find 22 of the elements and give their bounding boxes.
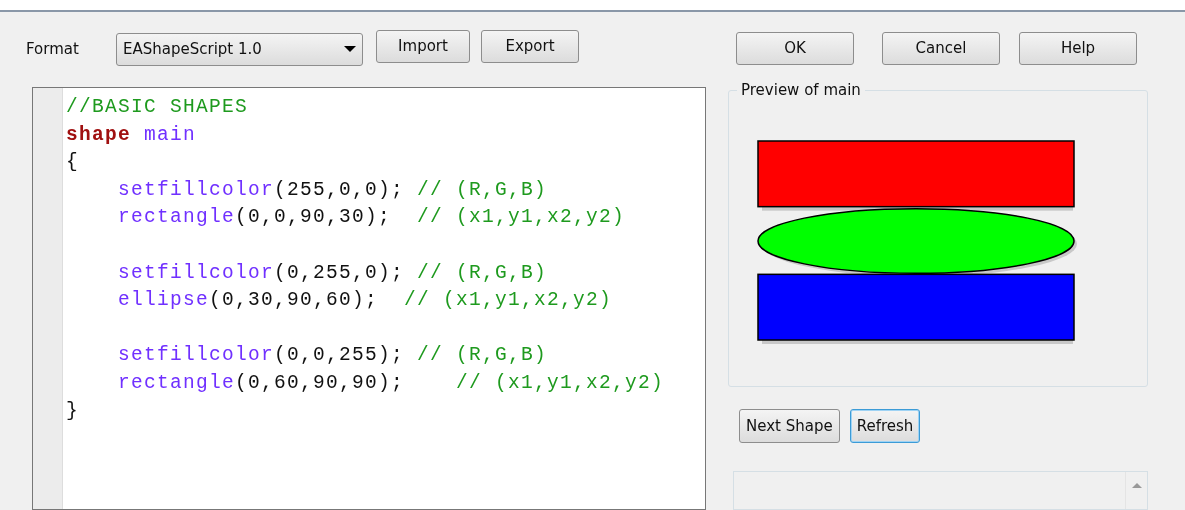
code-line: setfillcolor(0,0,255); // (R,G,B) bbox=[117, 343, 549, 369]
dialog-button[interactable]: Cancel bbox=[882, 32, 1000, 65]
code-line: setfillcolor(255,0,0); // (R,G,B) bbox=[117, 177, 549, 203]
import-button[interactable]: Import bbox=[376, 29, 470, 63]
code-line: { bbox=[66, 150, 80, 176]
scroll-up-icon[interactable] bbox=[1131, 482, 1142, 489]
code-line: rectangle(0,0,90,30); // (x1,y1,x2,y2) bbox=[117, 205, 627, 231]
code-line: shape main bbox=[66, 122, 198, 148]
export-button[interactable]: Export bbox=[481, 29, 579, 63]
shape-button[interactable]: Next Shape bbox=[739, 409, 840, 444]
shape-button[interactable]: Refresh bbox=[849, 409, 921, 444]
code-line: //BASIC SHAPES bbox=[66, 95, 250, 120]
code-line: setfillcolor(0,255,0); // (R,G,B) bbox=[117, 260, 549, 286]
format-label: Format bbox=[26, 38, 80, 60]
code-line: rectangle(0,60,90,90); // (x1,y1,x2,y2) bbox=[117, 370, 665, 396]
dialog-button[interactable]: OK bbox=[736, 32, 854, 65]
code-editor[interactable] bbox=[32, 87, 706, 510]
format-dropdown[interactable]: EAShapeScript 1.0 bbox=[116, 32, 363, 66]
dialog-button[interactable]: Help bbox=[1019, 32, 1137, 65]
code-line: ellipse(0,30,90,60); // (x1,y1,x2,y2) bbox=[117, 288, 614, 314]
caret-icon bbox=[344, 46, 356, 52]
code-line: } bbox=[66, 398, 80, 424]
